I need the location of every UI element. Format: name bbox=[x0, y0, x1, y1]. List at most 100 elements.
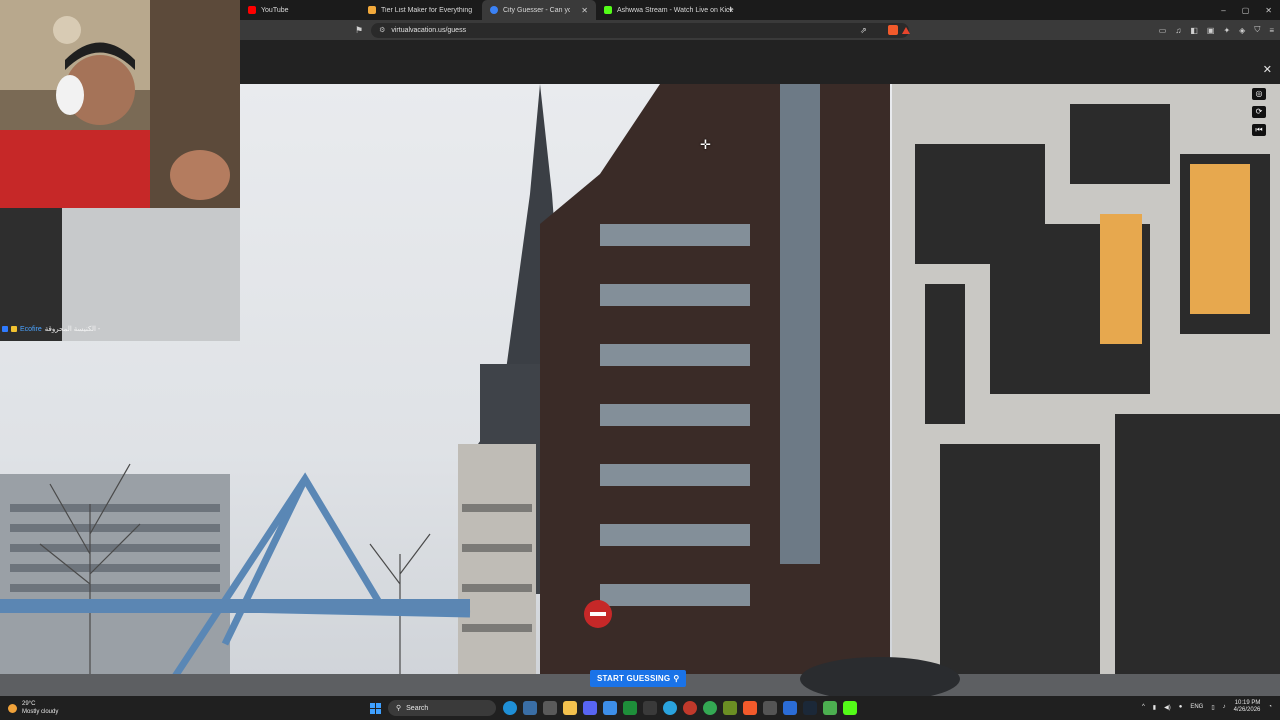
tier-list-icon bbox=[368, 6, 376, 14]
shield-icon[interactable]: ⛉ bbox=[1254, 25, 1260, 35]
wall-clock bbox=[53, 16, 81, 44]
browser-toolbar-right: ▭ ♫ ◧ ▣ ✦ ◈ ⛉ ≡ bbox=[1159, 20, 1274, 40]
panel-icon[interactable]: ◧ bbox=[1190, 26, 1198, 35]
browser-tab-strip: YouTube Tier List Maker for Everything -… bbox=[240, 0, 1280, 20]
url-field[interactable]: ⚙ virtualvacation.us/guess bbox=[371, 22, 910, 38]
site-info-icon[interactable]: ⚙ bbox=[379, 26, 385, 34]
no-entry-bar bbox=[590, 612, 606, 616]
bookmark-icon[interactable]: ⚑ bbox=[355, 25, 363, 36]
tab-tier-list[interactable]: Tier List Maker for Everything - TierM bbox=[360, 0, 482, 20]
share-icon[interactable]: ⇗ bbox=[860, 26, 867, 35]
maximize-button[interactable]: ▢ bbox=[1242, 6, 1250, 15]
refresh-icon[interactable]: ⟳ bbox=[1252, 106, 1266, 118]
notepad-icon[interactable] bbox=[603, 701, 617, 715]
start-guessing-label: START GUESSING bbox=[597, 674, 671, 683]
volume-icon[interactable]: ◀) bbox=[1164, 704, 1171, 711]
telegram-icon[interactable] bbox=[663, 701, 677, 715]
edge-icon[interactable] bbox=[503, 701, 517, 715]
kick-app-icon[interactable] bbox=[843, 701, 857, 715]
start-guessing-button[interactable]: START GUESSING ⚲ bbox=[590, 670, 687, 687]
map-pin-icon: ⚲ bbox=[673, 674, 680, 683]
stream-chat-area bbox=[0, 208, 240, 341]
widgets-icon[interactable] bbox=[523, 701, 537, 715]
chat-background bbox=[0, 208, 62, 341]
sub-badge-icon bbox=[11, 326, 17, 332]
minimize-button[interactable]: – bbox=[1221, 6, 1225, 15]
address-bar-row: ⚑ ⚙ virtualvacation.us/guess ⇗ ▭ ♫ ◧ ▣ ✦… bbox=[240, 20, 1280, 40]
settings-icon[interactable] bbox=[783, 701, 797, 715]
holcim-building bbox=[458, 444, 536, 684]
chrome-icon[interactable] bbox=[703, 701, 717, 715]
mic-icon[interactable]: ● bbox=[1179, 704, 1183, 710]
badge-icon bbox=[2, 326, 8, 332]
bridge-deck bbox=[0, 599, 470, 613]
discord-icon[interactable] bbox=[583, 701, 597, 715]
obs-icon[interactable] bbox=[643, 701, 657, 715]
tab-title: Tier List Maker for Everything - TierM bbox=[381, 6, 474, 14]
hand bbox=[170, 150, 230, 200]
clock-time: 10:19 PM bbox=[1234, 700, 1261, 706]
network-icon[interactable]: ▯ bbox=[1211, 704, 1214, 711]
tab-kick[interactable]: Ashwwa Stream - Watch Live on Kick bbox=[596, 0, 733, 20]
windows-start-icon[interactable] bbox=[370, 703, 381, 714]
battery-icon[interactable]: ▮ bbox=[1153, 704, 1156, 711]
chat-message: Ecofire الكنيسة المحروقة - bbox=[2, 325, 100, 333]
taskbar-apps bbox=[503, 701, 857, 715]
panorama-controls: ◎ ⟳ ⏮ bbox=[1252, 88, 1266, 136]
close-icon[interactable]: ✕ bbox=[1263, 63, 1272, 76]
clock-date: 4/26/2026 bbox=[1233, 707, 1261, 713]
weather-icon bbox=[8, 703, 17, 713]
wallet-icon[interactable]: ▣ bbox=[1207, 26, 1215, 35]
weather-widget[interactable]: 29°C Mostly cloudy bbox=[8, 700, 88, 716]
file-explorer-icon[interactable] bbox=[563, 701, 577, 715]
music-icon[interactable]: ♫ bbox=[1175, 26, 1181, 35]
brave-rewards-icon[interactable] bbox=[902, 26, 910, 34]
url-text: virtualvacation.us/guess bbox=[391, 26, 467, 34]
glass-column bbox=[780, 84, 820, 564]
page-header bbox=[240, 40, 1280, 84]
youtube-icon bbox=[248, 6, 256, 14]
sidebar-icon[interactable]: ▭ bbox=[1159, 26, 1167, 35]
search-icon: ⚲ bbox=[396, 705, 402, 712]
system-tray: ^ ▮ ◀) ● ENG ▯ ♪ 10:19 PM 4/26/2026 ◔ bbox=[1142, 700, 1272, 714]
davinci-icon[interactable] bbox=[683, 701, 697, 715]
vpn-icon[interactable]: ◈ bbox=[1239, 26, 1245, 35]
streamer-webcam bbox=[0, 0, 240, 208]
sound-icon[interactable]: ♪ bbox=[1223, 704, 1226, 710]
webcam-overlay bbox=[0, 0, 240, 208]
xbox-icon[interactable] bbox=[623, 701, 637, 715]
tab-youtube[interactable]: YouTube bbox=[240, 0, 360, 20]
city-guesser-icon bbox=[490, 6, 498, 14]
tab-title: City Guesser - Can you guess bbox=[503, 6, 571, 14]
extensions-icon[interactable]: ✦ bbox=[1223, 26, 1230, 35]
search-label: Search bbox=[406, 704, 429, 712]
brave-icon[interactable] bbox=[743, 701, 757, 715]
app-icon[interactable] bbox=[763, 701, 777, 715]
weather-temp: 29°C bbox=[22, 701, 36, 707]
chevron-up-icon[interactable]: ^ bbox=[1142, 704, 1145, 710]
tab-close-icon[interactable]: ✕ bbox=[581, 6, 588, 15]
kick-icon bbox=[604, 6, 612, 14]
brave-shield-icon[interactable] bbox=[888, 25, 898, 35]
language-indicator[interactable]: ENG bbox=[1190, 704, 1203, 710]
return-start-icon[interactable]: ⏮ bbox=[1252, 124, 1266, 136]
tab-title: YouTube bbox=[261, 6, 289, 14]
tab-title: Ashwwa Stream - Watch Live on Kick bbox=[617, 6, 734, 14]
clock[interactable]: 10:19 PM 4/26/2026 bbox=[1234, 700, 1261, 714]
weather-desc: Mostly cloudy bbox=[22, 709, 59, 715]
steam-icon[interactable] bbox=[803, 701, 817, 715]
chat-username: Ecofire bbox=[20, 325, 42, 333]
photos-icon[interactable] bbox=[723, 701, 737, 715]
notification-icon[interactable]: ◔ bbox=[1268, 704, 1272, 710]
menu-icon[interactable]: ≡ bbox=[1269, 26, 1274, 35]
taskbar-search[interactable]: ⚲ Search bbox=[388, 700, 496, 716]
crosshair-cursor: ✛ bbox=[700, 137, 711, 152]
window-controls: – ▢ ✕ bbox=[1221, 0, 1272, 20]
chat-text: الكنيسة المحروقة - bbox=[44, 326, 101, 333]
locate-icon[interactable]: ◎ bbox=[1252, 88, 1266, 100]
headphones bbox=[56, 75, 84, 115]
minecraft-icon[interactable] bbox=[823, 701, 837, 715]
tab-city-guesser[interactable]: City Guesser - Can you guess ✕ bbox=[482, 0, 596, 20]
task-view-icon[interactable] bbox=[543, 701, 557, 715]
close-window-button[interactable]: ✕ bbox=[1265, 6, 1272, 15]
